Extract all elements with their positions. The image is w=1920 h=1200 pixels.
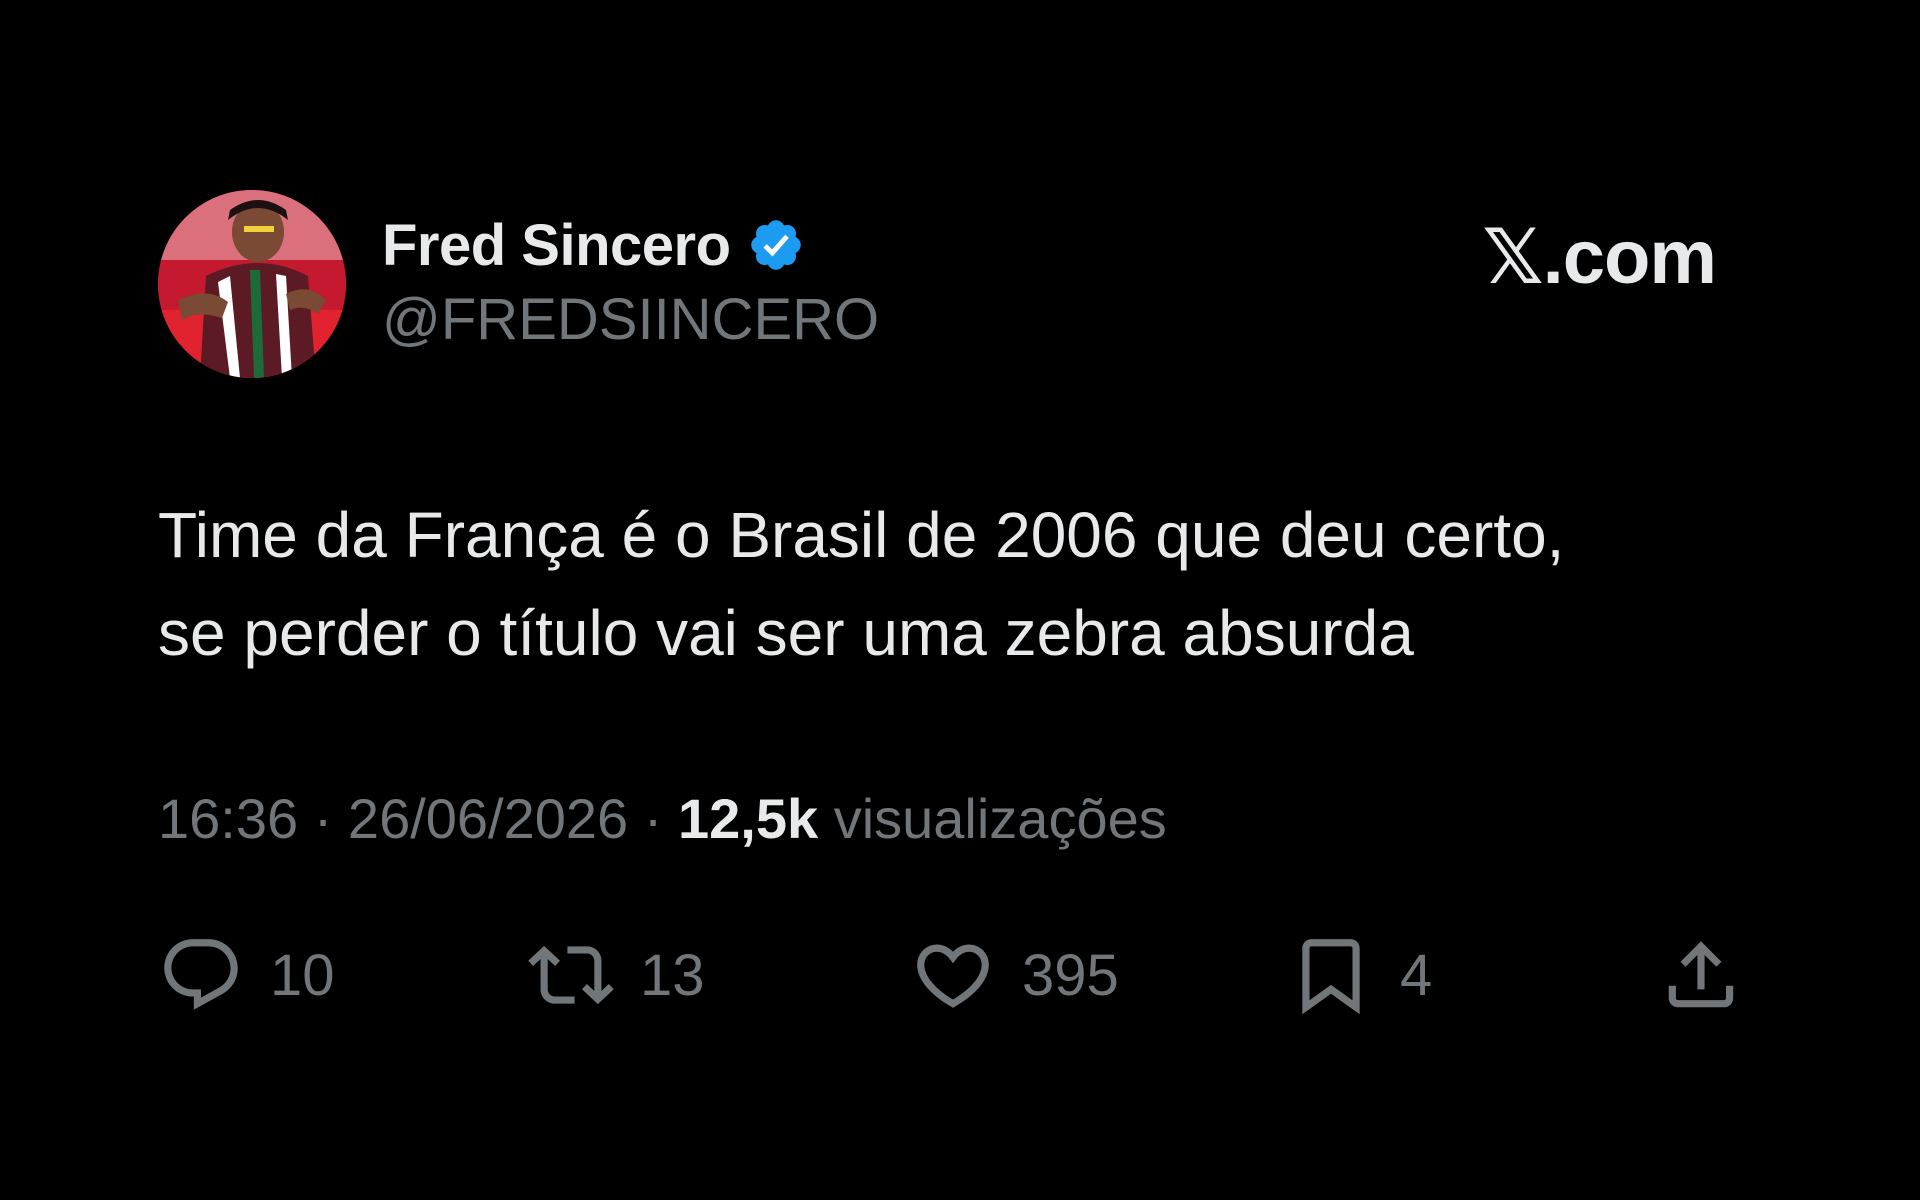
share-button[interactable]: [1658, 920, 1744, 1030]
action-bar: 10 13 395 4: [158, 920, 1748, 1030]
retweet-button[interactable]: 13: [528, 920, 705, 1030]
retweet-icon: [528, 932, 614, 1018]
bookmark-icon: [1288, 932, 1374, 1018]
reply-button[interactable]: 10: [158, 920, 335, 1030]
views-label: visualizações: [833, 787, 1167, 850]
reply-count: 10: [270, 942, 335, 1008]
views-count: 12,5k: [677, 787, 819, 850]
avatar[interactable]: [158, 190, 346, 378]
handle[interactable]: @FREDSIINCERO: [382, 286, 879, 353]
retweet-count: 13: [640, 942, 705, 1008]
meta-separator: ·: [643, 787, 663, 850]
tweet-text: Time da França é o Brasil de 2006 que de…: [158, 486, 1748, 682]
author-block: Fred Sincero @FREDSIINCERO: [382, 212, 879, 353]
meta-separator: ·: [313, 787, 333, 850]
tweet-text-line: se perder o título vai ser uma zebra abs…: [158, 597, 1414, 669]
x-com-logo: 𝕏.com: [1482, 215, 1717, 300]
tweet-text-line: Time da França é o Brasil de 2006 que de…: [158, 499, 1565, 571]
heart-icon: [910, 932, 996, 1018]
bookmark-button[interactable]: 4: [1288, 920, 1432, 1030]
name-row: Fred Sincero: [382, 212, 879, 278]
tweet-header: Fred Sincero @FREDSIINCERO 𝕏.com: [158, 190, 1748, 380]
timestamp-date[interactable]: 26/06/2026: [348, 787, 628, 850]
display-name[interactable]: Fred Sincero: [382, 212, 731, 279]
verified-badge-icon: [747, 216, 805, 274]
bookmark-count: 4: [1400, 942, 1433, 1008]
timestamp-time[interactable]: 16:36: [158, 787, 298, 850]
like-count: 395: [1022, 942, 1119, 1008]
tweet-meta: 16:36 · 26/06/2026 · 12,5k visualizações: [158, 786, 1167, 851]
reply-icon: [158, 932, 244, 1018]
like-button[interactable]: 395: [910, 920, 1119, 1030]
share-icon: [1658, 932, 1744, 1018]
tweet-card: Fred Sincero @FREDSIINCERO 𝕏.com Time da…: [158, 190, 1748, 1050]
